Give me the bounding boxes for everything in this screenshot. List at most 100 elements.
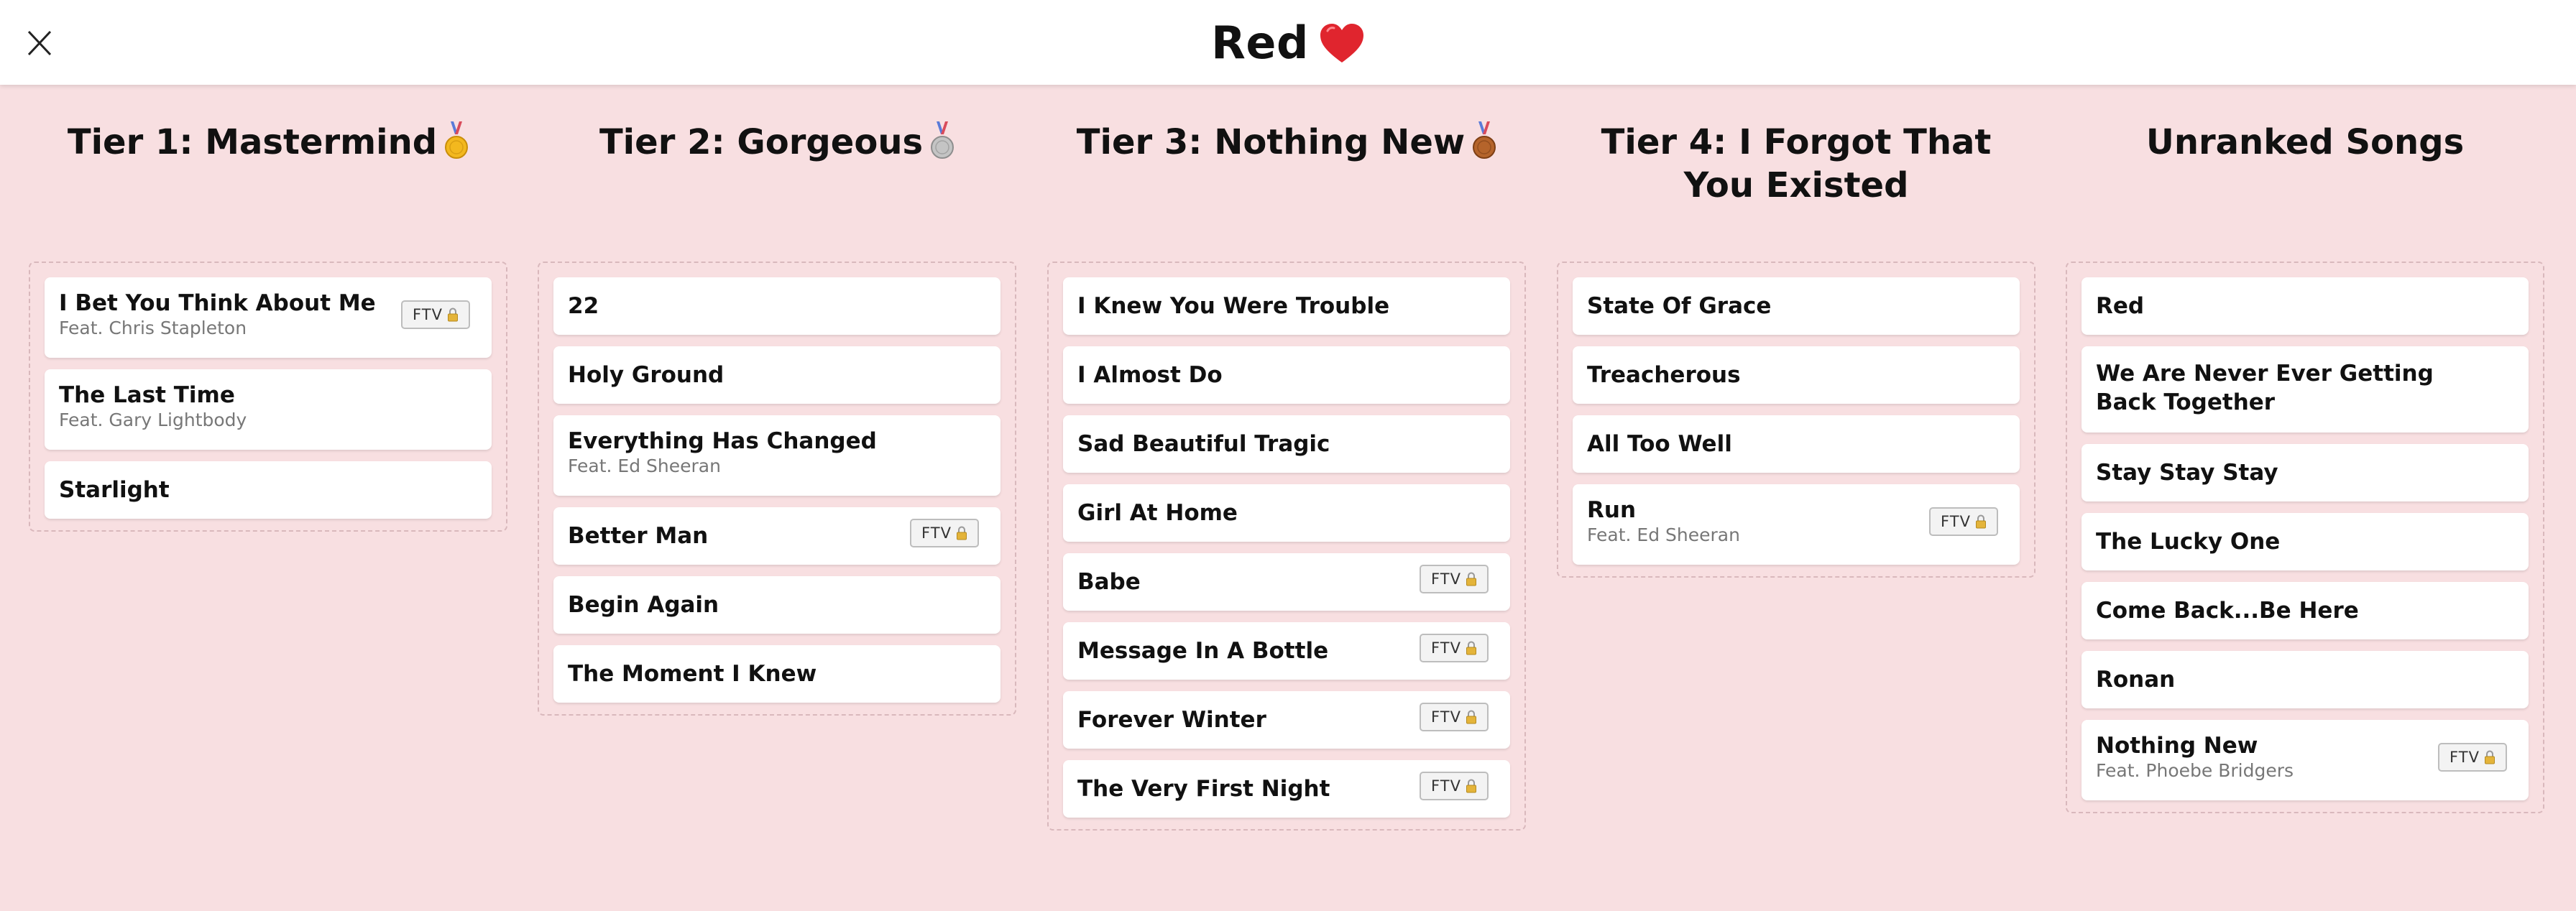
- song-featuring: Feat. Ed Sheeran: [568, 456, 721, 476]
- ftv-badge: FTV: [1420, 772, 1489, 800]
- song-title: Nothing New: [2096, 733, 2258, 759]
- song-title: The Lucky One: [2096, 529, 2281, 555]
- song-title: I Bet You Think About Me: [59, 290, 376, 316]
- tier-title: Tier 1: Mastermind: [29, 121, 507, 164]
- song-card[interactable]: Girl At Home: [1063, 484, 1510, 542]
- song-card[interactable]: Better Man FTV: [553, 507, 1000, 565]
- song-title: Holy Ground: [568, 362, 724, 388]
- tier-dropzone[interactable]: I Knew You Were Trouble I Almost Do Sad Be…: [1047, 262, 1526, 831]
- song-title: Babe: [1077, 569, 1141, 595]
- lock-icon: [1975, 514, 1987, 529]
- tier-title: Tier 3: Nothing New: [1047, 121, 1526, 164]
- ftv-badge-label: FTV: [1431, 708, 1461, 726]
- tier-dropzone[interactable]: Red We Are Never Ever Getting Back Togeth…: [2066, 262, 2544, 813]
- ftv-badge-label: FTV: [921, 524, 952, 542]
- song-card[interactable]: Red: [2082, 277, 2529, 335]
- song-card[interactable]: The Lucky One: [2082, 513, 2529, 570]
- ftv-badge: FTV: [1420, 634, 1489, 662]
- tier-title-text: Tier 4: I Forgot That You Existed: [1601, 122, 1992, 205]
- song-card[interactable]: State Of Grace: [1573, 277, 2020, 335]
- ftv-badge-label: FTV: [413, 306, 443, 323]
- song-card[interactable]: We Are Never Ever Getting Back Together: [2082, 346, 2529, 433]
- song-card[interactable]: Starlight: [45, 461, 492, 519]
- lock-icon: [956, 526, 967, 540]
- song-title: The Moment I Knew: [568, 661, 817, 687]
- tier-dropzone[interactable]: I Bet You Think About Me Feat. Chris Stap…: [29, 262, 507, 532]
- lock-icon: [447, 307, 459, 322]
- song-card[interactable]: Message In A Bottle FTV: [1063, 622, 1510, 680]
- song-title: Come Back...Be Here: [2096, 598, 2359, 624]
- song-card[interactable]: I Bet You Think About Me Feat. Chris Stap…: [45, 277, 492, 358]
- song-featuring: Feat. Ed Sheeran: [1587, 524, 1740, 545]
- song-title: We Are Never Ever Getting Back Together: [2096, 361, 2434, 415]
- tier-title-text: Unranked Songs: [2145, 122, 2465, 162]
- song-title: Forever Winter: [1077, 707, 1266, 733]
- song-card[interactable]: Nothing New Feat. Phoebe Bridgers FTV: [2082, 720, 2529, 800]
- tier-title: Tier 4: I Forgot That You Existed: [1557, 121, 2036, 207]
- ftv-badge: FTV: [401, 300, 470, 329]
- gold-medal-icon: [444, 121, 469, 160]
- ftv-badge-label: FTV: [1941, 513, 1971, 530]
- song-title: State Of Grace: [1587, 293, 1772, 319]
- song-title: 22: [568, 293, 599, 319]
- song-card[interactable]: The Last Time Feat. Gary Lightbody: [45, 369, 492, 450]
- song-title: Message In A Bottle: [1077, 638, 1329, 664]
- song-card[interactable]: Ronan: [2082, 651, 2529, 708]
- song-card[interactable]: The Moment I Knew: [553, 645, 1000, 703]
- ftv-badge: FTV: [1929, 507, 1998, 536]
- lock-icon: [1466, 710, 1477, 724]
- song-card[interactable]: Sad Beautiful Tragic: [1063, 415, 1510, 473]
- song-title: Better Man: [568, 523, 709, 549]
- ftv-badge: FTV: [1420, 565, 1489, 593]
- song-card[interactable]: Everything Has Changed Feat. Ed Sheeran: [553, 415, 1000, 496]
- song-title: The Very First Night: [1077, 776, 1330, 802]
- heart-icon: [1319, 19, 1365, 65]
- ftv-badge-label: FTV: [1431, 777, 1461, 795]
- song-title: Red: [2096, 293, 2145, 319]
- lock-icon: [1466, 779, 1477, 793]
- song-title: Stay Stay Stay: [2096, 460, 2278, 486]
- silver-medal-icon: [930, 121, 954, 160]
- lock-icon: [1466, 641, 1477, 655]
- song-card[interactable]: The Very First Night FTV: [1063, 760, 1510, 818]
- song-card[interactable]: Holy Ground: [553, 346, 1000, 404]
- song-title: Ronan: [2096, 667, 2176, 693]
- page-title: Red: [1211, 16, 1309, 69]
- song-title: Girl At Home: [1077, 500, 1238, 526]
- tier-title-text: Tier 1: Mastermind: [67, 122, 438, 162]
- ftv-badge: FTV: [1420, 703, 1489, 731]
- tier-dropzone[interactable]: State Of Grace Treacherous All Too Well Run…: [1557, 262, 2036, 578]
- song-card[interactable]: I Knew You Were Trouble: [1063, 277, 1510, 335]
- song-card[interactable]: Run Feat. Ed Sheeran FTV: [1573, 484, 2020, 565]
- lock-icon: [1466, 572, 1477, 586]
- song-title: Run: [1587, 497, 1637, 523]
- song-card[interactable]: Treacherous: [1573, 346, 2020, 404]
- song-card[interactable]: Begin Again: [553, 576, 1000, 634]
- song-card[interactable]: 22: [553, 277, 1000, 335]
- song-title: All Too Well: [1587, 431, 1732, 457]
- bronze-medal-icon: [1472, 121, 1496, 160]
- song-featuring: Feat. Phoebe Bridgers: [2096, 760, 2294, 781]
- lock-icon: [2484, 750, 2496, 764]
- tier-title: Tier 2: Gorgeous: [538, 121, 1016, 164]
- ftv-badge-label: FTV: [2450, 749, 2480, 766]
- tier-title-text: Tier 2: Gorgeous: [599, 122, 924, 162]
- song-card[interactable]: Stay Stay Stay: [2082, 444, 2529, 501]
- ftv-badge: FTV: [2438, 743, 2507, 772]
- tier-dropzone[interactable]: 22 Holy Ground Everything Has Changed Feat.…: [538, 262, 1016, 716]
- song-card[interactable]: All Too Well: [1573, 415, 2020, 473]
- song-featuring: Feat. Gary Lightbody: [59, 410, 247, 430]
- ftv-badge: FTV: [910, 519, 979, 547]
- song-title: Everything Has Changed: [568, 428, 877, 454]
- header-bar: Red: [0, 0, 2576, 85]
- song-card[interactable]: Forever Winter FTV: [1063, 691, 1510, 749]
- ftv-badge-label: FTV: [1431, 570, 1461, 588]
- tier-title: Unranked Songs: [2066, 121, 2544, 164]
- song-card[interactable]: Babe FTV: [1063, 553, 1510, 611]
- song-title: Treacherous: [1587, 362, 1741, 388]
- song-title: Starlight: [59, 477, 170, 503]
- song-card[interactable]: Come Back...Be Here: [2082, 582, 2529, 639]
- page-title-wrap: Red: [0, 0, 2576, 85]
- song-title: I Knew You Were Trouble: [1077, 293, 1390, 319]
- song-card[interactable]: I Almost Do: [1063, 346, 1510, 404]
